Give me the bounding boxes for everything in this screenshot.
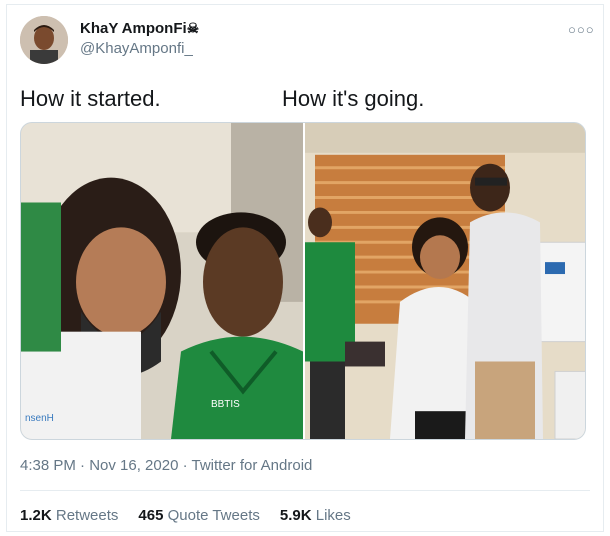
tweet-stats: 1.2K Retweets 465 Quote Tweets 5.9K Like… [20, 507, 351, 524]
tweet-media[interactable]: BBTIS nsenH [20, 122, 586, 440]
retweets-label: Retweets [55, 507, 119, 524]
likes-stat[interactable]: 5.9K Likes [280, 507, 351, 524]
caption-right: How it's going. [282, 86, 425, 111]
shirt-logo-text: nsenH [25, 413, 54, 424]
photo-how-its-going[interactable] [305, 123, 586, 439]
skull-icon: ☠ [186, 20, 200, 36]
tweet-timestamp[interactable]: 4:38 PM · Nov 16, 2020 · Twitter for And… [20, 457, 312, 474]
shirt-text: BBTIS [211, 399, 240, 410]
avatar[interactable] [20, 16, 68, 64]
more-options-icon[interactable]: ○○○ [568, 22, 595, 37]
caption-left: How it started. [20, 86, 161, 111]
likes-count: 5.9K [279, 507, 312, 524]
quote-tweets-count: 465 [138, 507, 164, 524]
display-name-text: KhaY AmponFi [80, 20, 187, 37]
retweets-stat[interactable]: 1.2K Retweets [20, 507, 118, 524]
display-name[interactable]: KhaY AmponFi☠ [80, 20, 199, 37]
likes-label: Likes [315, 507, 351, 524]
quote-tweets-stat[interactable]: 465 Quote Tweets [138, 507, 259, 524]
quote-tweets-label: Quote Tweets [167, 507, 260, 524]
user-handle[interactable]: @KhayAmponfi_ [80, 40, 193, 57]
stats-divider [20, 490, 590, 491]
retweets-count: 1.2K [20, 507, 52, 524]
photo-how-it-started[interactable]: BBTIS nsenH [21, 123, 303, 439]
